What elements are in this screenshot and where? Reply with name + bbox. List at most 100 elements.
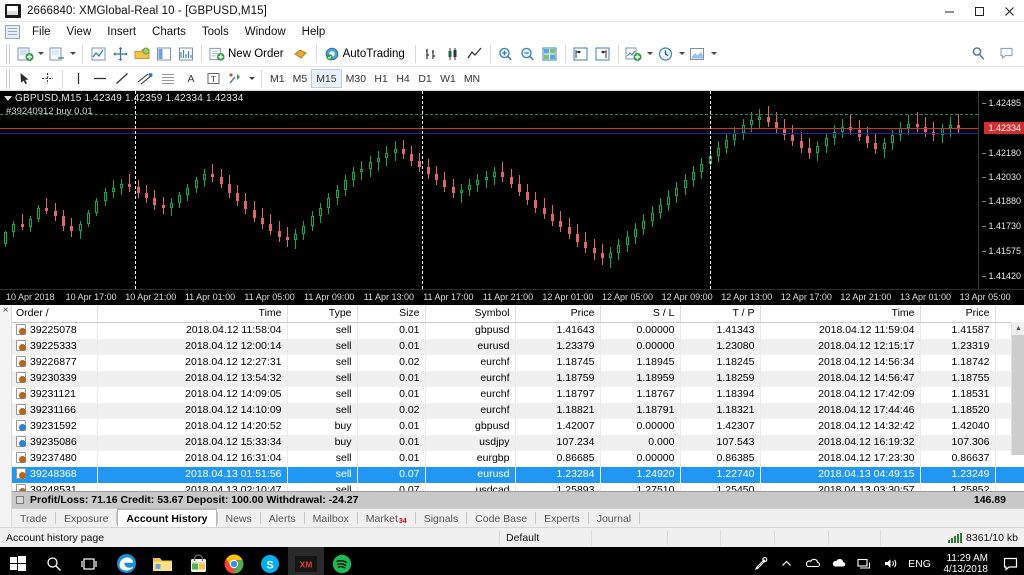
periods-button[interactable]: [655, 43, 677, 65]
profiles-dropdown-icon[interactable]: [70, 52, 76, 55]
table-row[interactable]: 39231121 2018.04.12 14:09:05 sell 0.01 eurch…: [12, 386, 1024, 403]
tab-account-history[interactable]: Account History: [117, 508, 217, 527]
menu-view[interactable]: View: [59, 24, 100, 40]
crosshair-move-button[interactable]: [109, 43, 131, 65]
column-header-s-l[interactable]: S / L: [600, 305, 681, 323]
tab-experts[interactable]: Experts: [536, 509, 588, 527]
chrome-icon[interactable]: [216, 547, 252, 575]
search-icon[interactable]: [36, 547, 72, 575]
menu-charts[interactable]: Charts: [144, 24, 194, 40]
toolbar-grip[interactable]: [6, 43, 11, 64]
menu-help[interactable]: Help: [294, 24, 334, 40]
tab-signals[interactable]: Signals: [416, 509, 466, 527]
timeframe-m30[interactable]: M30: [342, 69, 370, 88]
cloud-icon[interactable]: [826, 557, 852, 570]
menu-window[interactable]: Window: [237, 24, 294, 40]
scroll-up-arrow[interactable]: ▲: [1012, 322, 1024, 335]
tile-windows-button[interactable]: [539, 43, 561, 65]
text-label-icon[interactable]: T: [202, 69, 224, 88]
chat-icon[interactable]: [996, 43, 1018, 65]
chart-plot[interactable]: [0, 91, 978, 289]
shapes-arrows-icon[interactable]: [224, 69, 247, 88]
file-explorer-icon[interactable]: [144, 547, 180, 575]
timeframe-h4[interactable]: H4: [392, 69, 414, 88]
strategy-tester-button[interactable]: [175, 43, 197, 65]
tab-trade[interactable]: Trade: [12, 509, 55, 527]
indicators-dropdown-icon[interactable]: [646, 52, 653, 55]
tab-market[interactable]: Market 34: [358, 509, 415, 527]
table-row[interactable]: 39237480 2018.04.12 16:31:04 sell 0.01 eurgb…: [12, 450, 1024, 467]
table-row[interactable]: 39226877 2018.04.12 12:27:31 sell 0.02 eurch…: [12, 354, 1024, 371]
column-header-type[interactable]: Type: [287, 305, 358, 323]
expand-icon[interactable]: [16, 496, 24, 504]
timeframe-m1[interactable]: M1: [266, 69, 289, 88]
auto-scroll-button[interactable]: [592, 43, 614, 65]
tab-alerts[interactable]: Alerts: [261, 509, 304, 527]
timeframe-h1[interactable]: H1: [370, 69, 392, 88]
crosshair-icon[interactable]: [36, 69, 58, 88]
close-icon[interactable]: ×: [0, 305, 11, 316]
onedrive-icon[interactable]: [800, 557, 826, 570]
edge-icon[interactable]: [108, 547, 144, 575]
scrollbar-thumb[interactable]: [1012, 335, 1024, 455]
new-chart-dropdown-icon[interactable]: [38, 52, 44, 55]
zoom-in-button[interactable]: [495, 43, 517, 65]
indicators-button[interactable]: [623, 43, 645, 65]
table-row[interactable]: 39225333 2018.04.12 12:00:14 sell 0.01 eurus…: [12, 338, 1024, 355]
menu-insert[interactable]: Insert: [99, 24, 144, 40]
tab-journal[interactable]: Journal: [589, 509, 639, 527]
column-header-time[interactable]: Time: [97, 305, 288, 323]
pen-icon[interactable]: [748, 556, 774, 571]
tab-exposure[interactable]: Exposure: [56, 509, 116, 527]
menu-file[interactable]: File: [24, 24, 59, 40]
linebar-grip[interactable]: [6, 68, 11, 89]
microsoft-store-icon[interactable]: [180, 547, 216, 575]
account-history-table[interactable]: Order / Time Type Size Symbol Price S / LT / P…: [12, 305, 1024, 491]
market-watch-button[interactable]: [87, 43, 109, 65]
zoom-out-button[interactable]: [517, 43, 539, 65]
shapes-dropdown-icon[interactable]: [249, 77, 255, 80]
task-view-icon[interactable]: [72, 547, 108, 575]
tab-code-base[interactable]: Code Base: [467, 509, 535, 527]
cursor-icon[interactable]: [14, 69, 36, 88]
action-center-icon[interactable]: [996, 557, 1024, 571]
column-header-swap[interactable]: Swap: [995, 305, 1024, 323]
network-icon[interactable]: [852, 557, 878, 570]
timeframe-d1[interactable]: D1: [414, 69, 436, 88]
timeframe-m5[interactable]: M5: [289, 69, 312, 88]
periods-dropdown-icon[interactable]: [678, 52, 685, 55]
terminal-tabs[interactable]: Trade Exposure Account History News Alerts Ma…: [12, 508, 1024, 527]
volume-icon[interactable]: [878, 557, 904, 570]
expert-advisors-button[interactable]: [290, 43, 312, 65]
autotrading-button[interactable]: AutoTrading: [321, 43, 411, 65]
skype-icon[interactable]: S: [252, 547, 288, 575]
new-chart-button[interactable]: [14, 43, 36, 65]
table-row[interactable]: 39248531 2018.04.13 02:10:47 sell 0.07 usdca…: [12, 482, 1024, 491]
chart-shift-button[interactable]: [570, 43, 592, 65]
column-header-order[interactable]: Order /: [12, 305, 98, 323]
xm-mt4-icon[interactable]: XM: [288, 547, 324, 575]
column-header-price[interactable]: Price: [920, 305, 996, 323]
table-row[interactable]: 39230339 2018.04.12 13:54:32 sell 0.01 eurch…: [12, 370, 1024, 387]
table-row[interactable]: 39248368 2018.04.13 01:51:56 sell 0.07 eurus…: [12, 466, 1024, 483]
start-icon[interactable]: [0, 547, 36, 575]
status-profile[interactable]: Default: [500, 530, 592, 545]
table-row[interactable]: 39231166 2018.04.12 14:10:09 sell 0.02 eurch…: [12, 402, 1024, 419]
bar-chart-button[interactable]: [420, 43, 442, 65]
timeframe-w1[interactable]: W1: [436, 69, 460, 88]
close-button[interactable]: [994, 0, 1024, 22]
equidistant-channel-icon[interactable]: [133, 69, 157, 88]
profiles-button[interactable]: [46, 43, 68, 65]
text-icon[interactable]: A: [180, 69, 202, 88]
chart-time-axis[interactable]: 10 Apr 2018 10 Apr 17:00 10 Apr 21:00 11 Ap…: [0, 289, 1024, 305]
table-row[interactable]: 39235086 2018.04.12 15:33:34 buy 0.01 usdjpy…: [12, 434, 1024, 451]
timeframe-mn[interactable]: MN: [460, 69, 484, 88]
column-header-t-p[interactable]: T / P: [680, 305, 761, 323]
menu-tools[interactable]: Tools: [194, 24, 237, 40]
templates-dropdown-icon[interactable]: [710, 52, 717, 55]
templates-button[interactable]: [687, 43, 709, 65]
navigator-button[interactable]: [131, 43, 153, 65]
chart-area[interactable]: GBPUSD,M15 1.42349 1.42359 1.42334 1.423…: [0, 91, 1024, 289]
candlestick-chart-button[interactable]: [442, 43, 464, 65]
column-header-price[interactable]: Price: [515, 305, 601, 323]
